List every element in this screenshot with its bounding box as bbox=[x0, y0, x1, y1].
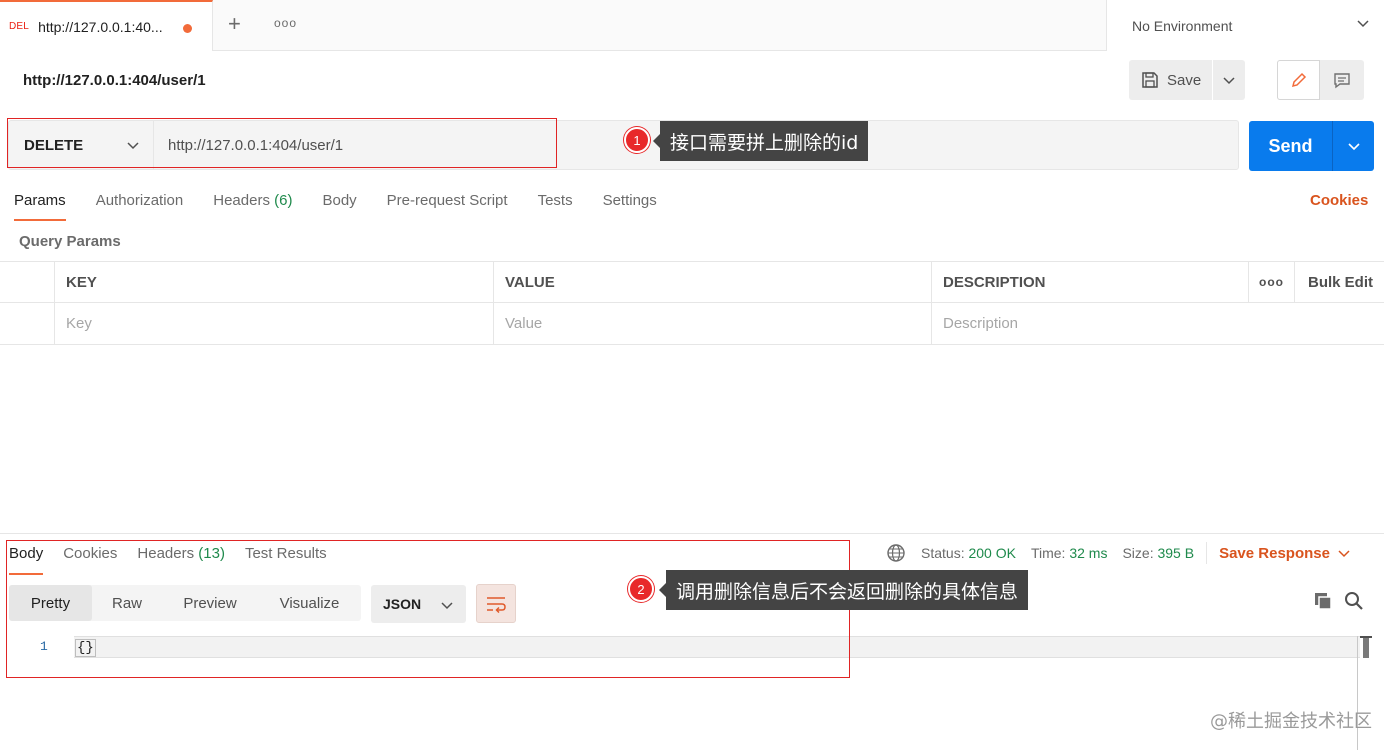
unsaved-dot-icon bbox=[183, 24, 192, 33]
response-divider[interactable] bbox=[0, 533, 1384, 534]
tab-params[interactable]: Params bbox=[14, 191, 66, 221]
key-header: KEY bbox=[54, 262, 493, 302]
comment-icon bbox=[1333, 73, 1350, 89]
annotation-callout-2: 调用删除信息后不会返回删除的具体信息 bbox=[658, 570, 1029, 610]
annotation-callout-1: 接口需要拼上删除的id bbox=[652, 121, 869, 161]
chevron-down-icon bbox=[1357, 20, 1369, 28]
checkbox-column bbox=[0, 262, 54, 302]
tab-authorization[interactable]: Authorization bbox=[96, 191, 184, 221]
chevron-down-icon bbox=[1223, 77, 1235, 85]
bulk-edit-link[interactable]: Bulk Edit bbox=[1294, 262, 1384, 302]
checkbox-cell bbox=[0, 303, 54, 344]
tab-headers-label: Headers bbox=[213, 192, 270, 209]
save-label: Save bbox=[1167, 71, 1202, 89]
value-header: VALUE bbox=[493, 262, 931, 302]
send-button-group: Send bbox=[1249, 121, 1374, 171]
chevron-down-icon bbox=[1347, 143, 1360, 151]
params-table: KEY VALUE DESCRIPTION ooo Bulk Edit Key … bbox=[0, 261, 1384, 345]
key-input[interactable]: Key bbox=[54, 303, 493, 344]
more-tabs-icon[interactable]: ooo bbox=[274, 16, 297, 30]
environment-label: No Environment bbox=[1132, 17, 1233, 34]
description-header: DESCRIPTION bbox=[931, 262, 1248, 302]
status-label: Status: bbox=[921, 545, 965, 561]
save-response-button[interactable]: Save Response bbox=[1219, 545, 1330, 562]
cookies-link[interactable]: Cookies bbox=[1310, 192, 1368, 209]
search-icon[interactable] bbox=[1344, 591, 1364, 611]
value-input[interactable]: Value bbox=[493, 303, 931, 344]
edit-button[interactable] bbox=[1277, 60, 1320, 100]
save-button-group: Save bbox=[1129, 60, 1245, 100]
save-button[interactable]: Save bbox=[1129, 60, 1213, 100]
description-input[interactable]: Description bbox=[931, 303, 1248, 344]
size-value: 395 B bbox=[1157, 545, 1195, 561]
view-toggle-group bbox=[1277, 60, 1364, 100]
annotation-badge-1: 1 bbox=[624, 127, 650, 153]
send-button[interactable]: Send bbox=[1249, 121, 1333, 171]
tab-settings[interactable]: Settings bbox=[603, 191, 657, 221]
annotation-box-url bbox=[7, 118, 557, 168]
tab-bar: DEL http://127.0.0.1:40... + ooo No Envi… bbox=[0, 0, 1393, 51]
tab-body[interactable]: Body bbox=[322, 191, 356, 221]
environment-select[interactable]: No Environment bbox=[1106, 0, 1393, 51]
save-dropdown-button[interactable] bbox=[1213, 60, 1245, 100]
comments-button[interactable] bbox=[1320, 60, 1363, 100]
status-value: 200 OK bbox=[968, 545, 1016, 561]
new-tab-button[interactable]: + bbox=[228, 12, 241, 36]
size-label: Size: bbox=[1122, 545, 1154, 561]
params-header-row: KEY VALUE DESCRIPTION ooo Bulk Edit bbox=[0, 261, 1384, 303]
request-tabs: Params Authorization Headers (6) Body Pr… bbox=[14, 191, 687, 221]
time-value: 32 ms bbox=[1069, 545, 1108, 561]
headers-count: (6) bbox=[274, 192, 293, 209]
copy-icon[interactable] bbox=[1313, 591, 1333, 611]
watermark: @稀土掘金技术社区 bbox=[1210, 711, 1372, 732]
globe-icon[interactable] bbox=[886, 543, 906, 563]
time-label: Time: bbox=[1030, 545, 1066, 561]
pencil-icon bbox=[1291, 72, 1306, 88]
divider bbox=[1206, 542, 1208, 564]
more-options-icon[interactable]: ooo bbox=[1248, 262, 1294, 302]
save-icon bbox=[1142, 72, 1158, 88]
tab-headers[interactable]: Headers (6) bbox=[213, 191, 292, 221]
annotation-badge-2: 2 bbox=[628, 576, 654, 602]
response-status-bar: Status: 200 OK Time: 32 ms Size: 395 B S… bbox=[886, 542, 1350, 564]
send-dropdown-button[interactable] bbox=[1333, 121, 1374, 171]
request-name[interactable]: http://127.0.0.1:404/user/1 bbox=[23, 72, 206, 89]
params-input-row: Key Value Description bbox=[0, 303, 1384, 345]
request-tab[interactable]: DEL http://127.0.0.1:40... bbox=[0, 0, 213, 51]
scrollbar-handle[interactable] bbox=[1360, 636, 1372, 658]
tab-title: http://127.0.0.1:40... bbox=[38, 18, 163, 35]
tab-method-badge: DEL bbox=[9, 21, 30, 32]
tab-pre-request-script[interactable]: Pre-request Script bbox=[387, 191, 508, 221]
chevron-down-icon[interactable] bbox=[1338, 547, 1350, 559]
tab-tests[interactable]: Tests bbox=[538, 191, 573, 221]
query-params-label: Query Params bbox=[19, 233, 121, 250]
